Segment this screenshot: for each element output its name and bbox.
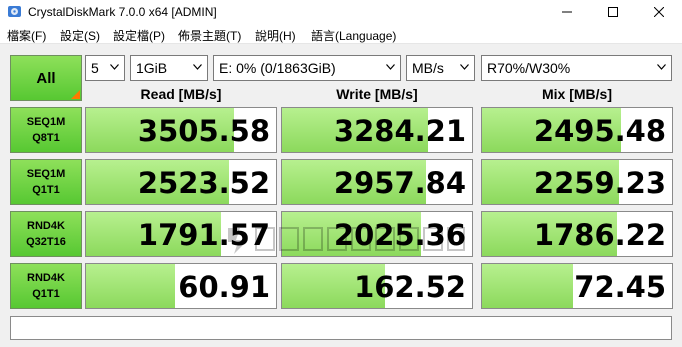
test-name: SEQ1M: [26, 116, 66, 128]
menu-file[interactable]: 檔案(F): [7, 27, 46, 44]
read-column-header: Read [MB/s]: [140, 86, 222, 102]
corner-marker: [71, 90, 80, 99]
chevron-down-icon: [657, 64, 666, 70]
write-result-value: 2957.84: [333, 166, 466, 200]
watermark-logo-icon: [228, 227, 465, 254]
read-result-value: 60.91: [178, 270, 270, 304]
read-result-cell: 60.91: [85, 263, 277, 309]
mix-result-cell: 1786.22: [481, 211, 673, 257]
menu-bar: 檔案(F) 設定(S) 設定檔(P) 佈景主題(T) 說明(H) 語言(Lang…: [0, 24, 682, 44]
write-result-cell: 2957.84: [281, 159, 473, 205]
test-name: RND4K: [27, 220, 65, 232]
test-params: Q1T1: [32, 288, 60, 300]
test-size-value: 1GiB: [136, 60, 168, 76]
test-button-rnd4k-q1t1[interactable]: RND4K Q1T1: [10, 263, 82, 309]
menu-language[interactable]: 語言(Language): [311, 27, 396, 44]
mix-result-value: 2259.23: [533, 166, 666, 200]
mix-column-header: Mix [MB/s]: [542, 86, 612, 102]
maximize-icon: [608, 7, 618, 17]
all-button-label: All: [36, 69, 56, 87]
test-count-value: 5: [91, 60, 99, 76]
mix-ratio-select[interactable]: R70%/W30%: [481, 55, 672, 81]
mix-ratio-value: R70%/W30%: [487, 60, 571, 76]
write-result-cell: 3284.21: [281, 107, 473, 153]
chevron-down-icon: [460, 64, 469, 70]
read-result-cell: 2523.52: [85, 159, 277, 205]
test-button-rnd4k-q32t16[interactable]: RND4K Q32T16: [10, 211, 82, 257]
read-result-bar: [86, 264, 176, 308]
test-name: SEQ1M: [26, 168, 66, 180]
test-count-select[interactable]: 5: [85, 55, 125, 81]
read-result-value: 2523.52: [137, 166, 270, 200]
write-result-value: 162.52: [354, 270, 466, 304]
close-button[interactable]: [636, 0, 682, 24]
window-title: CrystalDiskMark 7.0.0 x64 [ADMIN]: [28, 5, 217, 19]
all-button[interactable]: All: [10, 55, 82, 101]
chevron-down-icon: [386, 64, 395, 70]
chevron-down-icon: [193, 64, 202, 70]
chevron-down-icon: [110, 64, 119, 70]
drive-value: E: 0% (0/1863GiB): [219, 60, 336, 76]
mix-result-value: 2495.48: [533, 114, 666, 148]
test-params: Q1T1: [32, 184, 60, 196]
minimize-icon: [562, 11, 572, 13]
mix-result-cell: 72.45: [481, 263, 673, 309]
minimize-button[interactable]: [544, 0, 590, 24]
test-params: Q8T1: [32, 132, 60, 144]
menu-theme[interactable]: 佈景主題(T): [178, 27, 241, 44]
mix-result-bar: [482, 264, 574, 308]
mix-result-value: 1786.22: [533, 218, 666, 252]
test-name: RND4K: [27, 272, 65, 284]
comment-input[interactable]: [10, 316, 672, 340]
title-bar: CrystalDiskMark 7.0.0 x64 [ADMIN]: [0, 0, 682, 24]
crystaldiskmark-window: CrystalDiskMark 7.0.0 x64 [ADMIN] 檔案(F) …: [0, 0, 682, 347]
mix-result-cell: 2259.23: [481, 159, 673, 205]
mix-result-cell: 2495.48: [481, 107, 673, 153]
write-column-header: Write [MB/s]: [336, 86, 418, 102]
test-params: Q32T16: [26, 236, 66, 248]
mix-result-value: 72.45: [574, 270, 666, 304]
write-result-cell: 162.52: [281, 263, 473, 309]
unit-value: MB/s: [412, 60, 444, 76]
write-result-value: 3284.21: [333, 114, 466, 148]
test-size-select[interactable]: 1GiB: [130, 55, 208, 81]
test-button-seq1m-q8t1[interactable]: SEQ1M Q8T1: [10, 107, 82, 153]
menu-profile[interactable]: 設定檔(P): [113, 27, 165, 44]
unit-select[interactable]: MB/s: [406, 55, 475, 81]
close-icon: [654, 7, 664, 17]
read-result-value: 3505.58: [137, 114, 270, 148]
maximize-button[interactable]: [590, 0, 636, 24]
menu-settings[interactable]: 設定(S): [60, 27, 100, 44]
menu-help[interactable]: 說明(H): [255, 27, 296, 44]
drive-select[interactable]: E: 0% (0/1863GiB): [213, 55, 401, 81]
read-result-cell: 3505.58: [85, 107, 277, 153]
app-disk-icon: [8, 6, 21, 17]
test-button-seq1m-q1t1[interactable]: SEQ1M Q1T1: [10, 159, 82, 205]
